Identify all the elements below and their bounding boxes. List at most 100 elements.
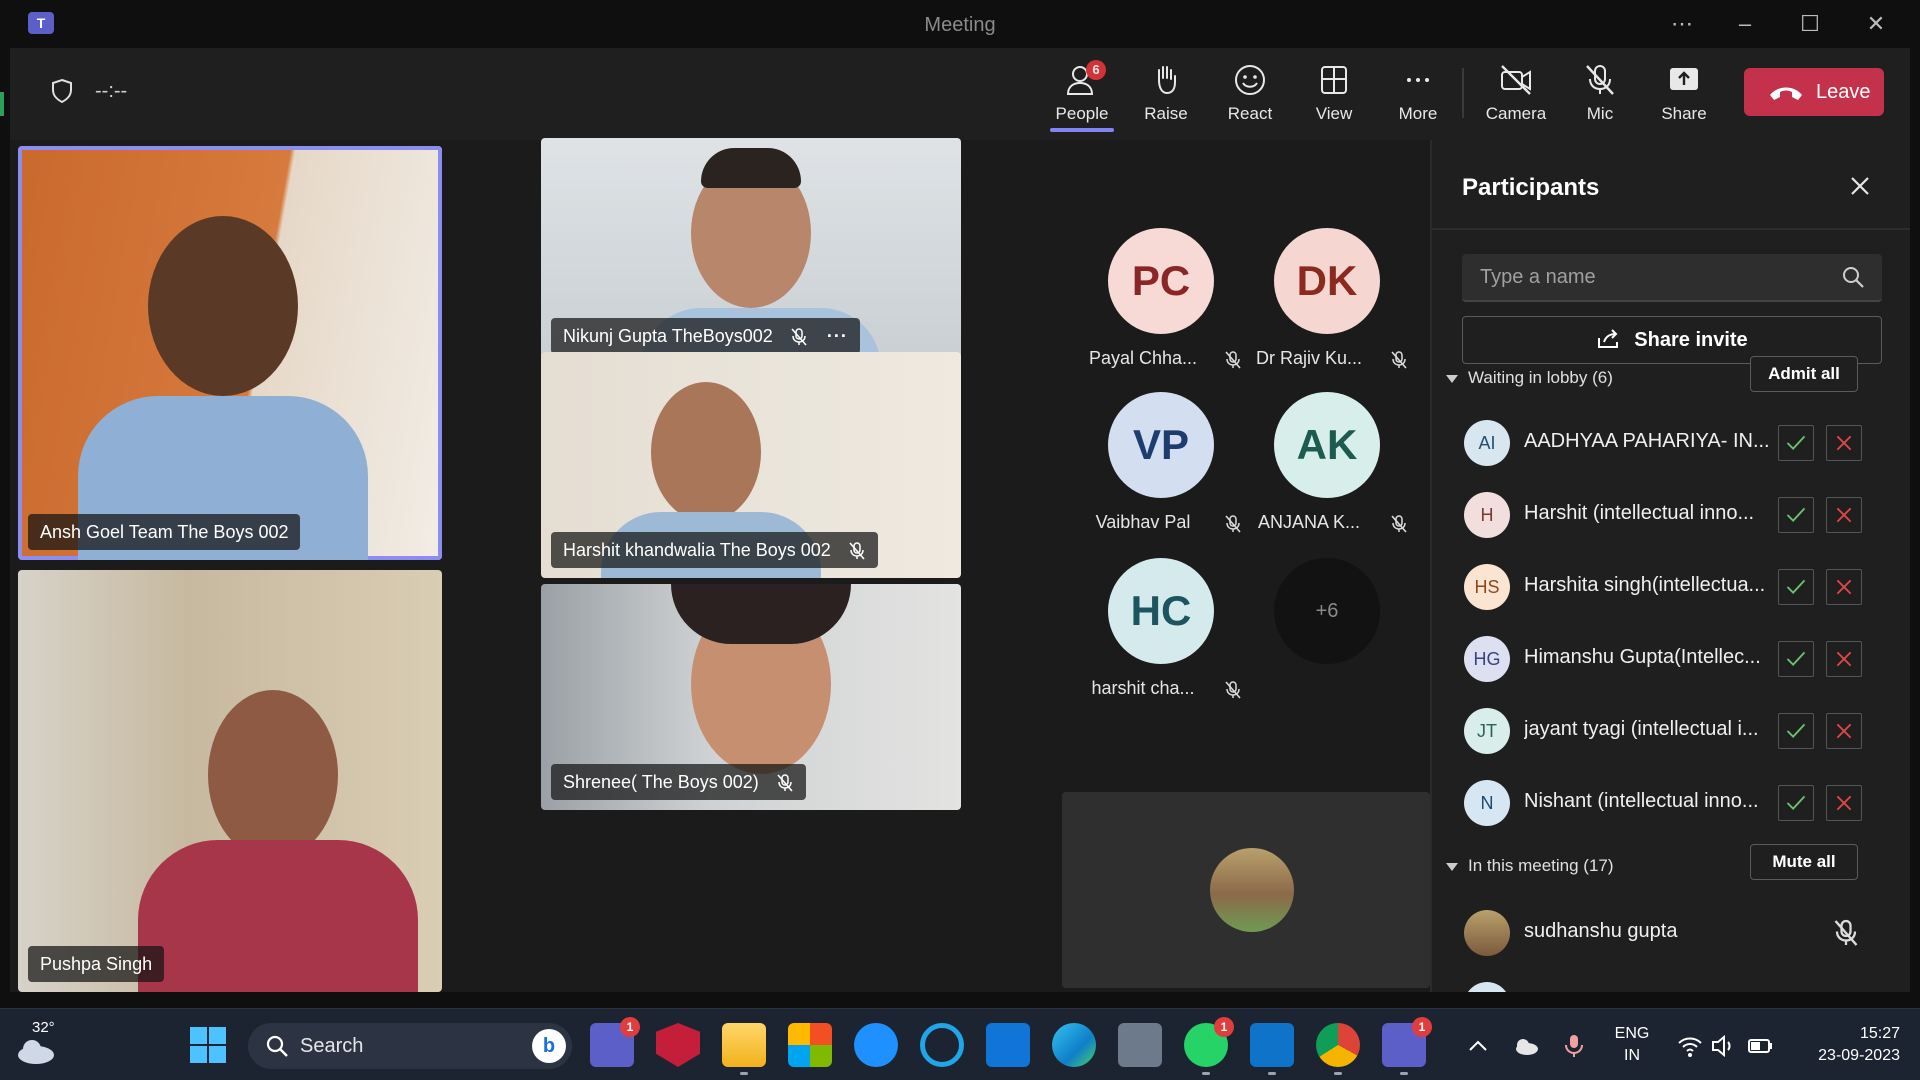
meeting-participant-row[interactable]: sudhanshu gupta	[1432, 896, 1910, 968]
mute-all-button[interactable]: Mute all	[1750, 844, 1858, 880]
muted-mic-icon	[777, 774, 793, 792]
whatsapp-icon[interactable]: 1	[1184, 1017, 1234, 1075]
leave-button[interactable]: Leave	[1744, 68, 1884, 116]
bing-icon: b	[532, 1029, 566, 1063]
video-tile-nikunj[interactable]: Nikunj Gupta TheBoys002 ···	[541, 138, 961, 364]
minimize-button[interactable]: –	[1725, 10, 1765, 38]
video-tile-pushpa[interactable]: Pushpa Singh	[18, 570, 442, 992]
participant-avatar-cell[interactable]: PC Payal Chha...	[1068, 228, 1241, 388]
participant-search-input[interactable]	[1462, 254, 1832, 300]
tile-more-icon[interactable]: ···	[827, 326, 848, 346]
onedrive-cloud-icon[interactable]	[1512, 1033, 1540, 1059]
participant-name: Ansh Goel Team The Boys 002	[28, 514, 301, 550]
overflow-count: +6	[1274, 558, 1380, 664]
self-view-tile[interactable]	[1062, 792, 1430, 988]
microsoft-store-icon[interactable]	[788, 1023, 832, 1067]
teams-chat-icon[interactable]: 1	[590, 1017, 640, 1067]
admit-check-icon[interactable]	[1778, 425, 1814, 461]
clock-date: 23-09-2023	[1818, 1047, 1900, 1064]
meeting-participant-row[interactable]	[1432, 968, 1910, 992]
view-button[interactable]: View	[1294, 62, 1374, 132]
chrome-icon[interactable]	[1316, 1023, 1360, 1075]
battery-icon[interactable]	[1746, 1033, 1774, 1059]
taskbar-search[interactable]: Search b	[248, 1023, 572, 1069]
participant-avatar-cell[interactable]: DK Dr Rajiv Ku...	[1234, 228, 1407, 388]
admit-all-button[interactable]: Admit all	[1750, 356, 1858, 392]
video-tile-harshit[interactable]: Harshit khandwalia The Boys 002	[541, 352, 961, 578]
mic-button[interactable]: Mic	[1560, 62, 1640, 132]
microphone-icon[interactable]	[1560, 1033, 1588, 1059]
shield-icon[interactable]	[50, 78, 74, 104]
leave-label: Leave	[1816, 81, 1871, 103]
wifi-icon[interactable]	[1676, 1033, 1704, 1059]
file-explorer-icon[interactable]	[722, 1023, 766, 1075]
search-icon[interactable]	[1840, 264, 1866, 290]
admit-check-icon[interactable]	[1778, 785, 1814, 821]
whatsapp-badge: 1	[1214, 1017, 1234, 1037]
meeting-section-header[interactable]: In this meeting (17)	[1446, 856, 1614, 876]
admit-check-icon[interactable]	[1778, 713, 1814, 749]
overflow-participants[interactable]: +6	[1234, 558, 1404, 718]
language-code: ENG	[1614, 1025, 1650, 1042]
share-button[interactable]: Share	[1644, 62, 1724, 132]
close-window-button[interactable]: ✕	[1856, 10, 1896, 38]
participant-name: Harshit khandwalia The Boys 002	[563, 540, 831, 560]
deny-x-icon[interactable]	[1826, 641, 1862, 677]
camera-app-icon[interactable]	[1118, 1023, 1162, 1067]
more-options-icon[interactable]: ⋯	[1662, 10, 1702, 38]
more-icon	[1407, 78, 1429, 82]
avatar: AK	[1274, 392, 1380, 498]
admit-check-icon[interactable]	[1778, 497, 1814, 533]
muted-mic-icon	[849, 542, 865, 560]
language-indicator[interactable]: ENG IN	[1612, 1023, 1652, 1067]
mcafee-icon[interactable]	[656, 1023, 700, 1067]
participant-avatar-cell[interactable]: HC harshit cha...	[1068, 558, 1241, 718]
mic-label: Mic	[1586, 104, 1614, 123]
participant-avatar-cell[interactable]: AK ANJANA K...	[1234, 392, 1407, 552]
close-icon[interactable]	[1842, 168, 1878, 204]
deny-x-icon[interactable]	[1826, 497, 1862, 533]
deny-x-icon[interactable]	[1826, 425, 1862, 461]
deny-x-icon[interactable]	[1826, 713, 1862, 749]
weather-widget[interactable]: 32°	[14, 1019, 60, 1067]
admit-check-icon[interactable]	[1778, 641, 1814, 677]
more-button[interactable]: More	[1378, 62, 1458, 132]
chevron-up-icon[interactable]	[1464, 1033, 1492, 1059]
video-tile-shrenee[interactable]: Shrenee( The Boys 002)	[541, 584, 961, 810]
participant-avatar-cell[interactable]: VP Vaibhav Pal	[1068, 392, 1241, 552]
avatar: AI	[1464, 420, 1510, 466]
panel-divider	[1432, 228, 1910, 230]
windows-start-icon[interactable]	[186, 1023, 230, 1067]
hang-up-icon	[1770, 87, 1802, 100]
teams-icon[interactable]: 1	[1382, 1017, 1432, 1075]
people-button[interactable]: 6 People	[1042, 60, 1122, 132]
lobby-name: Harshita singh(intellectua...	[1524, 574, 1766, 596]
participant-search	[1462, 254, 1882, 302]
lobby-section-header[interactable]: Waiting in lobby (6)	[1446, 368, 1613, 388]
vscode-icon[interactable]	[1250, 1023, 1294, 1075]
camera-button[interactable]: Camera	[1476, 62, 1556, 132]
cortana-icon[interactable]	[920, 1023, 964, 1067]
maximize-button[interactable]: ☐	[1790, 10, 1830, 38]
admit-check-icon[interactable]	[1778, 569, 1814, 605]
participant-name-pill: Shrenee( The Boys 002)	[551, 764, 806, 800]
participant-name: Nikunj Gupta TheBoys002	[563, 326, 773, 346]
lobby-row: HS Harshita singh(intellectua...	[1432, 550, 1910, 622]
video-tile-ansh[interactable]: Ansh Goel Team The Boys 002	[18, 146, 442, 560]
meeting-label: In this meeting (17)	[1468, 856, 1614, 875]
myhp-icon[interactable]	[986, 1023, 1030, 1067]
avatar: PC	[1108, 228, 1214, 334]
lobby-row: N Nishant (intellectual inno...	[1432, 766, 1910, 838]
deny-x-icon[interactable]	[1826, 569, 1862, 605]
participant-hair	[671, 584, 851, 644]
collapse-icon	[1446, 862, 1458, 871]
react-button[interactable]: React	[1210, 62, 1290, 132]
raise-hand-icon	[1158, 66, 1176, 95]
volume-icon[interactable]	[1710, 1033, 1738, 1059]
deny-x-icon[interactable]	[1826, 785, 1862, 821]
system-clock[interactable]: 15:27 23-09-2023	[1790, 1023, 1900, 1067]
raise-hand-button[interactable]: Raise	[1126, 62, 1206, 132]
edge-icon[interactable]	[1052, 1023, 1096, 1067]
get-help-icon[interactable]	[854, 1023, 898, 1067]
participants-panel: Participants Share invite Waiting in lob…	[1430, 140, 1910, 992]
